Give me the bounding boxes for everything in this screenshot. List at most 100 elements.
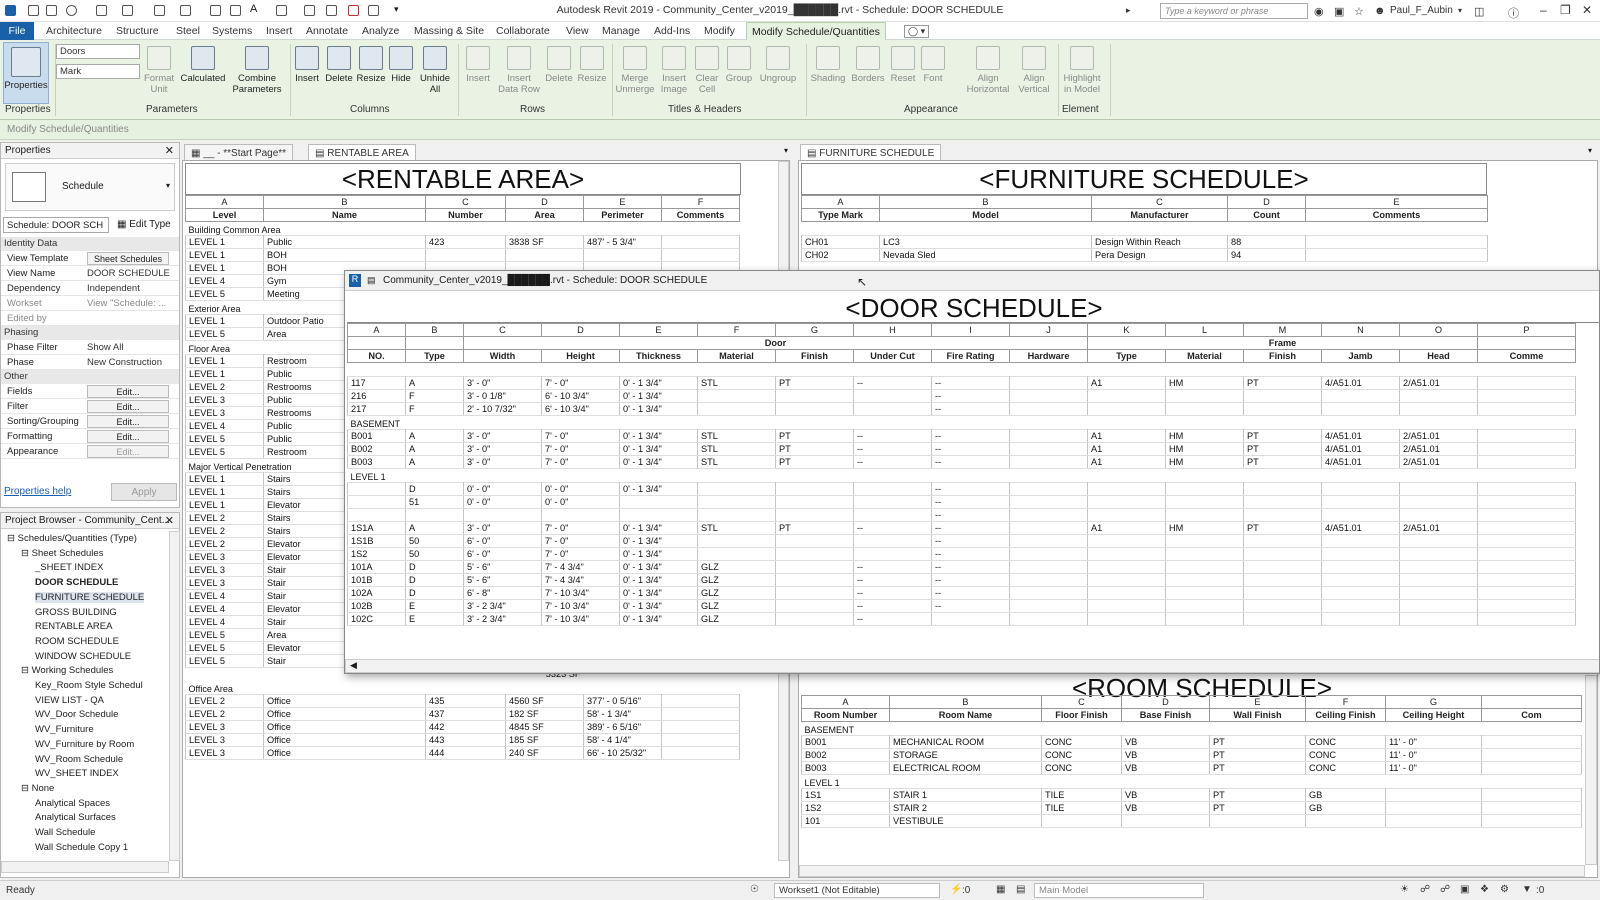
- tab-steel[interactable]: Steel: [176, 25, 200, 37]
- column-letter[interactable]: E: [583, 195, 662, 209]
- table-cell[interactable]: A1: [1087, 429, 1166, 443]
- reset-button[interactable]: Reset: [888, 46, 918, 84]
- table-cell[interactable]: PT: [1243, 429, 1322, 443]
- table-cell[interactable]: [1481, 735, 1582, 749]
- tree-node[interactable]: GROSS BUILDING: [35, 607, 117, 618]
- column-letter[interactable]: P: [1477, 323, 1576, 337]
- instance-filter-select[interactable]: Schedule: DOOR SCH: [3, 217, 109, 233]
- table-cell[interactable]: 3838 SF: [505, 235, 584, 249]
- table-cell[interactable]: STL: [697, 442, 776, 456]
- table-cell[interactable]: STAIR 1: [889, 788, 1042, 802]
- table-cell[interactable]: 3' - 2 3/4": [463, 612, 542, 626]
- table-row[interactable]: 217 F 2' - 10 7/32" 6' - 10 3/4" 0' - 1 3/4"…: [347, 402, 1576, 416]
- table-cell[interactable]: 1S1: [801, 788, 890, 802]
- table-cell[interactable]: CH02: [801, 248, 880, 262]
- table-cell[interactable]: [1399, 508, 1478, 522]
- table-cell[interactable]: HM: [1165, 442, 1244, 456]
- table-cell[interactable]: PT: [1243, 521, 1322, 535]
- table-cell[interactable]: [1321, 547, 1400, 561]
- column-letter[interactable]: N: [1321, 323, 1400, 337]
- table-cell[interactable]: A: [405, 455, 464, 469]
- table-cell[interactable]: [1009, 534, 1088, 548]
- column-header[interactable]: Floor Finish: [1041, 708, 1122, 722]
- table-cell[interactable]: [697, 389, 776, 403]
- table-cell[interactable]: 1S1A: [347, 521, 406, 535]
- table-cell[interactable]: PT: [1243, 442, 1322, 456]
- table-cell[interactable]: 444: [425, 745, 506, 760]
- table-cell[interactable]: [1399, 612, 1478, 626]
- table-cell[interactable]: [1243, 547, 1322, 561]
- tree-node[interactable]: FURNITURE SCHEDULE: [35, 591, 145, 603]
- table-cell[interactable]: 3' - 0": [463, 376, 542, 390]
- table-cell[interactable]: [1009, 599, 1088, 613]
- table-cell[interactable]: [619, 508, 698, 522]
- table-cell[interactable]: [1385, 814, 1482, 828]
- table-cell[interactable]: [853, 495, 932, 509]
- table-cell[interactable]: [425, 248, 506, 262]
- contextual-dropdown[interactable]: ◯ ▾: [904, 25, 930, 38]
- table-cell[interactable]: 216: [347, 389, 406, 403]
- table-cell[interactable]: [1399, 573, 1478, 587]
- tab-start-page[interactable]: ▦ __ - **Start Page**: [184, 144, 294, 161]
- tree-node[interactable]: Wall Schedule Copy 1: [35, 842, 128, 853]
- table-cell[interactable]: [661, 693, 740, 708]
- table-cell[interactable]: 3' - 0": [463, 455, 542, 469]
- table-cell[interactable]: LC3: [879, 235, 1092, 249]
- table-cell[interactable]: 4/A51.01: [1321, 429, 1400, 443]
- table-cell[interactable]: LEVEL 2: [185, 693, 264, 708]
- filter-edit-button[interactable]: Edit...: [87, 400, 169, 413]
- table-cell[interactable]: 182 SF: [505, 706, 584, 721]
- group-label[interactable]: Office Area: [186, 681, 740, 695]
- table-row[interactable]: 102B E 3' - 2 3/4" 7' - 10 3/4" 0' - 1 3/4" G…: [347, 599, 1576, 613]
- table-cell[interactable]: [775, 573, 854, 587]
- table-cell[interactable]: [1009, 586, 1088, 600]
- tab-list-chevron-icon[interactable]: ▾: [784, 146, 788, 155]
- table-row[interactable]: LEVEL 3 Office 443 185 SF 58' - 4 1/4": [185, 732, 740, 747]
- table-cell[interactable]: HM: [1165, 455, 1244, 469]
- table-cell[interactable]: [1243, 612, 1322, 626]
- column-letter[interactable]: D: [1121, 695, 1210, 709]
- column-letter[interactable]: G: [775, 323, 854, 337]
- minimize-icon[interactable]: –: [1540, 3, 1547, 17]
- table-cell[interactable]: PT: [775, 521, 854, 535]
- table-cell[interactable]: [1385, 788, 1482, 802]
- column-header[interactable]: [347, 336, 406, 350]
- file-tab[interactable]: File: [0, 22, 34, 40]
- table-cell[interactable]: [1321, 508, 1400, 522]
- group-phasing[interactable]: Phasing: [1, 326, 179, 340]
- column-letter[interactable]: F: [697, 323, 776, 337]
- group-label[interactable]: BASEMENT: [348, 416, 1576, 430]
- table-cell[interactable]: [1399, 534, 1478, 548]
- table-cell[interactable]: [1121, 814, 1210, 828]
- shading-button[interactable]: Shading: [808, 46, 848, 84]
- table-cell[interactable]: LEVEL 5: [185, 654, 264, 668]
- table-cell[interactable]: D: [405, 586, 464, 600]
- table-cell[interactable]: --: [931, 376, 1010, 390]
- table-cell[interactable]: 50: [405, 547, 464, 561]
- tree-node[interactable]: Analytical Surfaces: [35, 812, 116, 823]
- table-cell[interactable]: LEVEL 3: [185, 563, 264, 577]
- table-cell[interactable]: Office: [263, 719, 426, 734]
- group-label[interactable]: [348, 363, 1576, 377]
- cart-icon[interactable]: ◫: [1474, 5, 1484, 18]
- table-cell[interactable]: 2/A51.01: [1399, 376, 1478, 390]
- table-cell[interactable]: [186, 668, 264, 681]
- user-name[interactable]: Paul_F_Aubin: [1390, 5, 1453, 16]
- table-cell[interactable]: [1087, 482, 1166, 496]
- format-unit-button[interactable]: Format Unit: [142, 46, 176, 95]
- table-cell[interactable]: [583, 248, 662, 262]
- parameter-field-select[interactable]: Mark: [56, 64, 140, 79]
- table-row[interactable]: 102A D 6' - 8" 7' - 10 3/4" 0' - 1 3/4" GLZ --…: [347, 586, 1576, 600]
- undo-icon[interactable]: [96, 5, 107, 16]
- table-cell[interactable]: [1087, 586, 1166, 600]
- browser-vscroll[interactable]: [169, 531, 180, 861]
- table-cell[interactable]: 0' - 1 3/4": [619, 455, 698, 469]
- expand-toggle-icon[interactable]: ⊟: [21, 548, 32, 559]
- table-cell[interactable]: [1477, 482, 1576, 496]
- restore-icon[interactable]: ❐: [1560, 3, 1571, 17]
- table-cell[interactable]: D: [405, 573, 464, 587]
- group-identity-data[interactable]: Identity Data: [1, 237, 179, 251]
- table-cell[interactable]: 423: [425, 235, 506, 249]
- table-cell[interactable]: PT: [1209, 748, 1306, 762]
- door-group-header[interactable]: Door: [463, 336, 1088, 350]
